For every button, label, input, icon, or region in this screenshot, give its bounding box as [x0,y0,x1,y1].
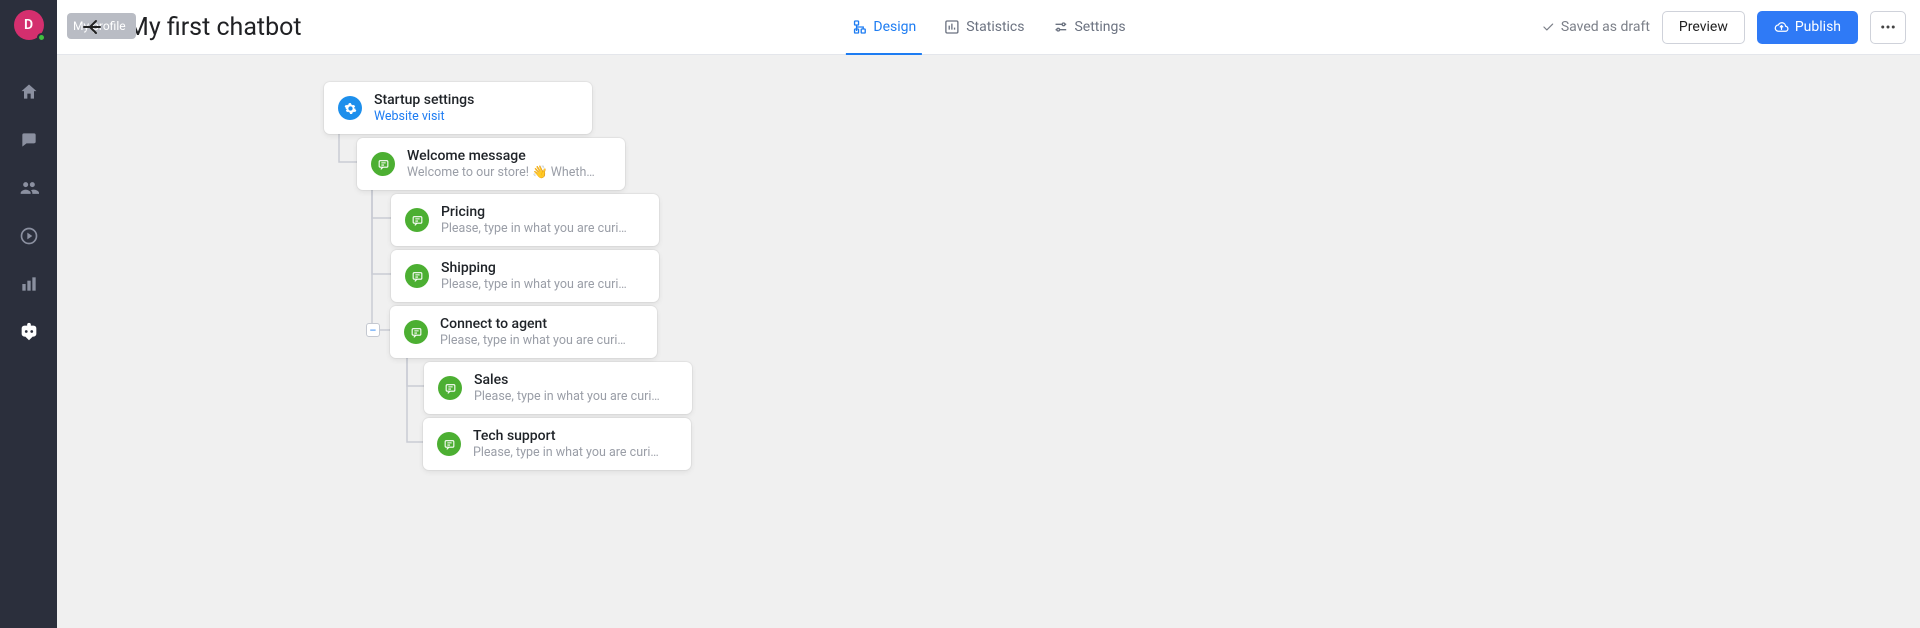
page-title: My first chatbot [127,13,302,42]
check-icon [1541,20,1555,34]
node-title: Welcome message [407,148,597,164]
node-shipping[interactable]: Shipping Please, type in what you are cu… [391,250,659,302]
stats-icon [944,19,960,35]
header-tabs: Design Statistics Settings [851,0,1125,54]
node-connect-agent[interactable]: Connect to agent Please, type in what yo… [390,306,657,358]
message-badge-icon [405,264,429,288]
message-icon [444,382,457,395]
tab-statistics[interactable]: Statistics [944,0,1024,54]
save-status: Saved as draft [1541,19,1650,35]
collapse-toggle[interactable]: – [366,323,380,337]
header-actions: Saved as draft Preview Publish [1541,11,1906,44]
preview-button[interactable]: Preview [1662,11,1745,44]
robot-icon [18,321,40,343]
nav-contacts[interactable] [15,174,43,202]
app-sidebar: D [0,0,57,628]
profile-avatar[interactable]: D [14,10,44,40]
node-pricing[interactable]: Pricing Please, type in what you are cur… [391,194,659,246]
sliders-icon [1052,19,1068,35]
preview-button-label: Preview [1679,19,1728,35]
tree-icon [851,19,867,35]
node-subtext: Please, type in what you are curious abo… [440,333,630,348]
tab-design-label: Design [873,19,916,35]
nav-chats[interactable] [15,126,43,154]
nav-play[interactable] [15,222,43,250]
bar-chart-icon [19,274,39,294]
app-header: My profile My first chatbot Design Stati… [57,0,1920,55]
message-badge-icon [437,432,461,456]
publish-button[interactable]: Publish [1757,11,1858,44]
node-subtext: Welcome to our store! 👋 Whether you hav… [407,165,597,180]
node-subtext: Please, type in what you are curious abo… [441,221,631,236]
more-actions-button[interactable] [1870,11,1906,44]
collapse-glyph: – [369,325,376,336]
chats-icon [19,130,39,150]
node-sales[interactable]: Sales Please, type in what you are curio… [424,362,692,414]
nav-reports[interactable] [15,270,43,298]
node-subtext: Website visit [374,109,474,124]
node-startup-settings[interactable]: Startup settings Website visit [324,82,592,134]
more-horizontal-icon [1879,18,1897,36]
node-title: Connect to agent [440,316,630,332]
node-tech-support[interactable]: Tech support Please, type in what you ar… [423,418,691,470]
node-subtext: Please, type in what you are curious abo… [474,389,664,404]
gear-badge-icon [338,96,362,120]
node-welcome-message[interactable]: Welcome message Welcome to our store! 👋 … [357,138,625,190]
message-icon [411,214,424,227]
message-icon [377,158,390,171]
gear-icon [344,102,357,115]
home-icon [19,82,39,102]
save-status-text: Saved as draft [1561,19,1650,35]
cloud-up-icon [1774,20,1789,35]
play-circle-icon [19,226,39,246]
people-icon [19,178,39,198]
node-title: Startup settings [374,92,474,108]
message-icon [411,270,424,283]
tab-settings-label: Settings [1074,19,1125,35]
nav-chatbot[interactable] [15,318,43,346]
message-icon [410,326,423,339]
presence-indicator [37,33,46,42]
node-title: Pricing [441,204,631,220]
node-subtext: Please, type in what you are curious abo… [473,445,663,460]
tab-settings[interactable]: Settings [1052,0,1125,54]
arrow-left-icon [81,15,105,39]
message-badge-icon [438,376,462,400]
node-title: Tech support [473,428,663,444]
design-canvas[interactable]: Startup settings Website visit Welcome m… [57,55,1920,628]
message-icon [443,438,456,451]
node-title: Sales [474,372,664,388]
tab-statistics-label: Statistics [966,19,1024,35]
tab-design[interactable]: Design [851,0,916,54]
message-badge-icon [405,208,429,232]
back-arrow[interactable] [81,15,105,43]
message-badge-icon [404,320,428,344]
message-badge-icon [371,152,395,176]
node-subtext: Please, type in what you are curious abo… [441,277,631,292]
node-title: Shipping [441,260,631,276]
publish-button-label: Publish [1795,19,1841,35]
nav-home[interactable] [15,78,43,106]
